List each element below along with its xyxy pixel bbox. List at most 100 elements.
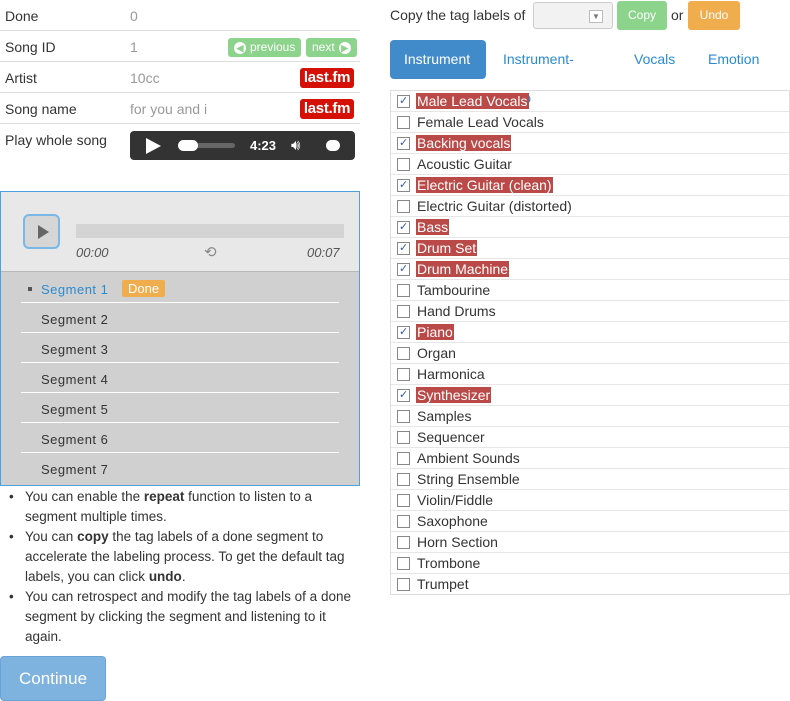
tag-checklist: ✓ Male Lead Vocals Female Lead Vocals ✓ Back… <box>390 90 790 595</box>
player-time: 4:23 <box>250 138 277 153</box>
help-item: You can enable the repeat function to li… <box>8 487 353 527</box>
tag-label[interactable]: Tambourine <box>416 282 491 298</box>
tag-label[interactable]: Synthesizer <box>416 387 492 403</box>
tag-label[interactable]: Acoustic Guitar <box>416 156 513 172</box>
tag-checkbox[interactable] <box>397 116 410 129</box>
next-button[interactable]: next ▶ <box>306 38 357 57</box>
segment-item[interactable]: Segment 7 <box>21 453 339 483</box>
copy-source-select[interactable]: ▼ <box>533 2 613 29</box>
segment-progress-bar[interactable] <box>76 224 344 238</box>
segment-item[interactable]: Segment 2 <box>21 303 339 333</box>
tag-checkbox[interactable] <box>397 431 410 444</box>
tag-row: ✓ Backing vocals <box>391 133 789 154</box>
tag-label[interactable]: Bass <box>416 219 450 235</box>
help-text: You can <box>25 529 78 544</box>
tag-row: ✓ Drum Set <box>391 238 789 259</box>
tag-checkbox[interactable]: ✓ <box>397 221 410 234</box>
tag-row: Organ <box>391 343 789 364</box>
tag-label[interactable]: Trumpet <box>416 576 470 592</box>
tag-label[interactable]: Horn Section <box>416 534 499 550</box>
undo-button[interactable]: Undo <box>688 1 740 30</box>
checkmark-icon: ✓ <box>399 242 409 254</box>
tag-row: ✓ Synthesizer <box>391 385 789 406</box>
tag-checkbox[interactable] <box>397 473 410 486</box>
tag-checkbox[interactable] <box>397 158 410 171</box>
tag-checkbox[interactable] <box>397 284 410 297</box>
artist-label: Artist <box>5 70 37 86</box>
tag-checkbox[interactable] <box>397 368 410 381</box>
tag-row: Female Lead Vocals <box>391 112 789 133</box>
artist-lastfm-link[interactable]: last.fm <box>300 68 354 88</box>
segment-item[interactable]: Segment 5 <box>21 393 339 423</box>
play-icon[interactable] <box>146 138 161 154</box>
tag-label[interactable]: Electric Guitar (clean) <box>416 177 553 193</box>
segment-item[interactable]: Segment 6 <box>21 423 339 453</box>
help-text: You can enable the <box>25 489 144 504</box>
tag-checkbox[interactable]: ✓ <box>397 389 410 402</box>
tab-vocals[interactable]: Vocals <box>620 40 689 79</box>
tag-checkbox[interactable]: ✓ <box>397 263 410 276</box>
tag-label[interactable]: Sequencer <box>416 429 486 445</box>
tag-label[interactable]: Male Lead Vocals <box>416 93 529 109</box>
segment-label: Segment 5 <box>41 402 109 417</box>
volume-slider[interactable] <box>326 140 340 151</box>
tag-checkbox[interactable] <box>397 578 410 591</box>
help-text: You can retrospect and modify the tag la… <box>25 589 351 644</box>
segment-label: Segment 1 <box>41 282 109 297</box>
tag-checkbox[interactable] <box>397 536 410 549</box>
help-text: repeat <box>143 489 185 504</box>
repeat-icon[interactable]: ⟲ <box>204 243 217 261</box>
tag-label[interactable]: Backing vocals <box>416 135 512 151</box>
song-lastfm-link[interactable]: last.fm <box>300 99 354 119</box>
tag-row: Tambourine <box>391 280 789 301</box>
tag-checkbox[interactable]: ✓ <box>397 95 410 108</box>
tag-label[interactable]: Samples <box>416 408 472 424</box>
done-value: 0 <box>130 8 138 24</box>
tag-checkbox[interactable]: ✓ <box>397 137 410 150</box>
tag-checkbox[interactable] <box>397 557 410 570</box>
tag-checkbox[interactable]: ✓ <box>397 326 410 339</box>
tag-label[interactable]: String Ensemble <box>416 471 521 487</box>
tab-instrument-solo[interactable]: Instrument-Solo <box>489 40 588 106</box>
help-text: . <box>181 569 186 584</box>
tag-checkbox[interactable] <box>397 515 410 528</box>
tag-checkbox[interactable] <box>397 347 410 360</box>
copy-button[interactable]: Copy <box>617 1 667 30</box>
segment-play-button[interactable] <box>23 214 60 249</box>
help-item: You can retrospect and modify the tag la… <box>8 587 353 647</box>
tag-label[interactable]: Electric Guitar (distorted) <box>416 198 573 214</box>
segment-item[interactable]: Segment 1 Done <box>21 273 339 303</box>
tag-checkbox[interactable] <box>397 410 410 423</box>
tag-label[interactable]: Ambient Sounds <box>416 450 521 466</box>
tag-checkbox[interactable] <box>397 452 410 465</box>
tag-label[interactable]: Piano <box>416 324 454 340</box>
tab-instrument[interactable]: Instrument <box>390 40 486 79</box>
seek-handle[interactable] <box>178 140 198 151</box>
continue-button[interactable]: Continue <box>0 656 106 701</box>
tag-label[interactable]: Drum Set <box>416 240 478 256</box>
tag-label[interactable]: Trombone <box>416 555 481 571</box>
tag-checkbox[interactable] <box>397 200 410 213</box>
tag-label[interactable]: Saxophone <box>416 513 489 529</box>
previous-button[interactable]: ◀ previous <box>228 38 302 57</box>
chevron-down-icon: ▼ <box>589 10 603 23</box>
volume-icon[interactable]: 🔊︎ <box>291 138 300 153</box>
tag-checkbox[interactable]: ✓ <box>397 179 410 192</box>
tag-label[interactable]: Drum Machine <box>416 261 510 277</box>
segment-item[interactable]: Segment 4 <box>21 363 339 393</box>
tag-checkbox[interactable] <box>397 494 410 507</box>
checkmark-icon: ✓ <box>399 221 409 233</box>
tag-label[interactable]: Female Lead Vocals <box>416 114 545 130</box>
tab-emotion[interactable]: Emotion <box>694 40 773 79</box>
tag-row: Violin/Fiddle <box>391 490 789 511</box>
tag-checkbox[interactable] <box>397 305 410 318</box>
tag-label[interactable]: Organ <box>416 345 457 361</box>
tag-checkbox[interactable]: ✓ <box>397 242 410 255</box>
tag-label[interactable]: Hand Drums <box>416 303 497 319</box>
segment-item[interactable]: Segment 3 <box>21 333 339 363</box>
tag-row: ✓ Piano <box>391 322 789 343</box>
tag-label[interactable]: Violin/Fiddle <box>416 492 494 508</box>
segment-label: Segment 2 <box>41 312 109 327</box>
tag-label[interactable]: Harmonica <box>416 366 486 382</box>
row-song-name: Song name for you and i last.fm <box>0 93 360 124</box>
